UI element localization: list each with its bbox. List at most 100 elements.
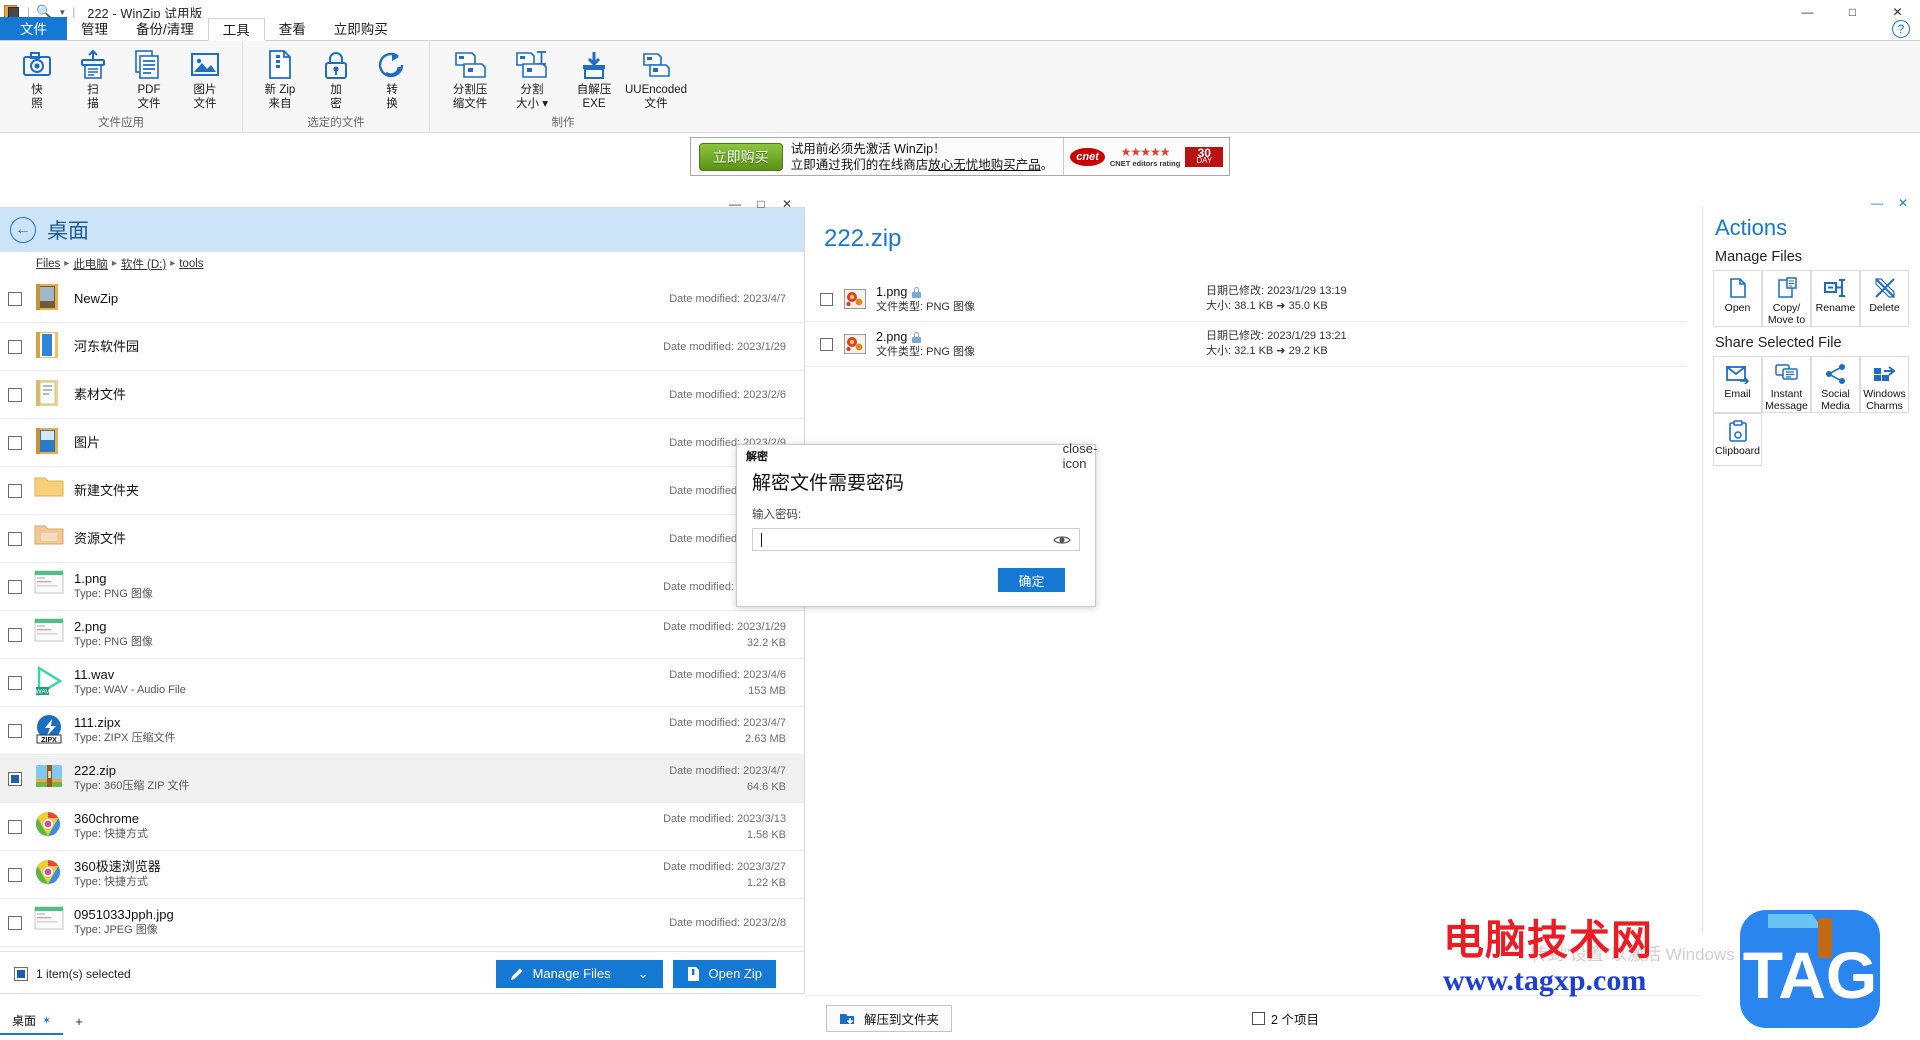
zip-entry-row[interactable]: 1.png 文件类型: PNG 图像 日期已修改: 2023/1/29 13:19 大…	[806, 277, 1687, 322]
zip-item-count[interactable]: 2 个项目	[1252, 1009, 1319, 1028]
explorer-tabbar[interactable]: 桌面 ✶ +	[0, 1007, 95, 1035]
actions-minimize-button[interactable]: —	[1864, 191, 1890, 215]
file-row[interactable]: 360极速浏览器 Type: 快捷方式 Date modified: 2023/3/…	[0, 851, 804, 899]
actions-window-controls[interactable]: — ✕	[1864, 191, 1916, 215]
file-row-meta: 111.zipx Type: ZIPX 压缩文件	[74, 715, 669, 746]
ribbon-button-scan[interactable]: 扫描	[65, 47, 121, 111]
action-open-button[interactable]: Open	[1713, 270, 1762, 327]
action-delete-button[interactable]: Delete	[1860, 270, 1909, 327]
file-row-checkbox[interactable]	[8, 675, 22, 690]
file-row[interactable]: 河东软件园 Date modified: 2023/1/29	[0, 323, 804, 371]
breadcrumb-item-files[interactable]: Files	[36, 258, 60, 270]
back-arrow-icon[interactable]: ←	[10, 217, 36, 243]
file-row-checkbox[interactable]	[8, 627, 22, 642]
zip-entry-row[interactable]: 2.png 文件类型: PNG 图像 日期已修改: 2023/1/29 13:21 大…	[806, 322, 1687, 367]
action-rename-button[interactable]: Rename	[1811, 270, 1860, 327]
file-row-checkbox[interactable]	[8, 531, 22, 546]
eye-icon[interactable]	[1053, 532, 1071, 548]
ribbon-button-self-extract-exe[interactable]: 自解压 EXE	[563, 47, 625, 111]
explorer-minimize-button[interactable]: —	[722, 192, 748, 216]
file-row-checkbox[interactable]	[8, 339, 22, 354]
ribbon-button-snapshot[interactable]: 快照	[9, 47, 65, 111]
ribbon-button-new-zip-from[interactable]: 新 Zip 来自	[252, 47, 308, 111]
breadcrumb-item-tools[interactable]: tools	[179, 258, 203, 270]
file-row[interactable]: 1.png Type: PNG 图像 Date modified: 2023/1/2…	[0, 563, 804, 611]
file-row[interactable]: 0951033Jpph.jpg Type: JPEG 图像 Date modifie…	[0, 899, 804, 947]
rename-icon	[1823, 276, 1848, 300]
zip-entry-checkbox[interactable]	[820, 292, 833, 306]
breadcrumb-item-drive-d[interactable]: 软件 (D:)	[121, 256, 166, 272]
action-copy-move-button[interactable]: Copy/Move to	[1762, 270, 1811, 327]
file-row[interactable]: 新建文件夹 Date modified: 2023/4/7	[0, 467, 804, 515]
tab-file[interactable]: 文件	[0, 17, 67, 40]
password-input[interactable]	[752, 528, 1080, 551]
action-social-media-button[interactable]: Social Media	[1811, 356, 1860, 413]
breadcrumb-item-this-pc[interactable]: 此电脑	[73, 256, 108, 272]
ribbon-button-uuencoded[interactable]: UUEncoded 文件	[625, 47, 687, 111]
action-instant-message-button[interactable]: Instant Message	[1762, 356, 1811, 413]
tab-tools[interactable]: 工具	[207, 18, 265, 41]
file-row-checkbox[interactable]	[8, 867, 22, 882]
file-row[interactable]: 2.png Type: PNG 图像 Date modified: 2023/1/2…	[0, 611, 804, 659]
manage-files-button[interactable]: Manage Files ⌄	[495, 959, 663, 988]
pin-icon[interactable]: ✶	[42, 1014, 51, 1027]
explorer-maximize-button[interactable]: □	[748, 192, 774, 216]
tab-manage[interactable]: 管理	[67, 17, 122, 40]
actions-close-button[interactable]: ✕	[1890, 191, 1916, 215]
file-row[interactable]: 360chrome Type: 快捷方式 Date modified: 2023/3…	[0, 803, 804, 851]
file-row-checkbox[interactable]	[8, 387, 22, 402]
ribbon-button-convert[interactable]: 转换	[364, 47, 420, 111]
action-windows-charms-button[interactable]: Windows Charms	[1860, 356, 1909, 413]
file-row[interactable]: NewZip Date modified: 2023/4/7	[0, 275, 804, 323]
file-row-checkbox[interactable]	[8, 819, 22, 834]
explorer-add-tab-button[interactable]: +	[63, 1007, 95, 1035]
action-email-button[interactable]: Email	[1713, 356, 1762, 413]
tab-view[interactable]: 查看	[265, 17, 320, 40]
zip360-icon	[34, 762, 64, 796]
file-row[interactable]: ZIPX 111.zipx Type: ZIPX 压缩文件 Date modified…	[0, 707, 804, 755]
zip-entry-list[interactable]: 1.png 文件类型: PNG 图像 日期已修改: 2023/1/29 13:19 大…	[806, 277, 1701, 367]
file-row[interactable]: 资源文件 Date modified: 2023/3/8	[0, 515, 804, 563]
file-row[interactable]: WAV 11.wav Type: WAV - Audio File Date modi…	[0, 659, 804, 707]
buy-now-button[interactable]: 立即购买	[698, 142, 783, 171]
breadcrumb[interactable]: Files ▸ 此电脑 ▸ 软件 (D:) ▸ tools	[0, 252, 804, 275]
file-row-checkbox[interactable]	[8, 915, 22, 930]
file-row-checkbox[interactable]	[8, 435, 22, 450]
dialog-titlebar: 解密 close-icon	[737, 441, 1098, 471]
explorer-tab-desktop[interactable]: 桌面 ✶	[0, 1007, 64, 1035]
ribbon-button-split-zip[interactable]: 分割压 缩文件	[439, 47, 501, 111]
select-all-checkbox[interactable]	[1252, 1011, 1266, 1025]
ribbon-button-encrypt[interactable]: 加密	[308, 47, 364, 111]
buy-now-button-wrap[interactable]: 立即购买	[691, 138, 791, 175]
file-row-checkbox[interactable]	[8, 771, 22, 786]
file-row[interactable]: 素材文件 Date modified: 2023/2/6	[0, 371, 804, 419]
extract-to-folder-button[interactable]: 解压到文件夹	[826, 1004, 953, 1032]
file-row[interactable]: 图片 Date modified: 2023/2/9	[0, 419, 804, 467]
file-row[interactable]: 222.zip Type: 360压缩 ZIP 文件 Date modified: …	[0, 755, 804, 803]
ribbon-tabbar[interactable]: 文件 管理 备份/清理 工具 查看 立即购买 ?	[0, 17, 1920, 41]
ad-banner[interactable]: 立即购买 试用前必须先激活 WinZip！ 立即通过我们的在线商店放心无忧地购买…	[689, 137, 1231, 176]
file-row-checkbox[interactable]	[8, 483, 22, 498]
zip-entry-checkbox[interactable]	[820, 337, 833, 351]
chevron-down-icon[interactable]: ⌄	[638, 966, 649, 982]
chevron-down-icon[interactable]: ▼	[58, 8, 66, 17]
file-row-checkbox[interactable]	[8, 291, 22, 306]
action-clipboard-button[interactable]: Clipboard	[1713, 413, 1762, 466]
ad-line-2-link[interactable]: 放心无忧地购买产品	[928, 158, 1041, 172]
file-list[interactable]: NewZip Date modified: 2023/4/7 河东软件园 Date m…	[0, 275, 804, 951]
ribbon-button-split-size[interactable]: 分割 大小 ▾	[501, 47, 563, 111]
explorer-close-button[interactable]: ✕	[774, 192, 800, 216]
file-row-checkbox[interactable]	[8, 723, 22, 738]
explorer-window-controls[interactable]: — □ ✕	[722, 192, 800, 216]
instant-message-icon	[1774, 362, 1799, 386]
open-zip-button[interactable]: Open Zip	[672, 959, 776, 988]
close-icon[interactable]: close-icon	[1063, 441, 1098, 471]
tab-backup-clean[interactable]: 备份/清理	[122, 17, 208, 40]
ribbon-button-image-file[interactable]: 图片 文件	[177, 47, 233, 111]
ribbon-button-pdf-file[interactable]: PDF 文件	[121, 47, 177, 111]
file-date-modified: Date modified: 2023/3/27	[663, 860, 786, 873]
tab-buy-now[interactable]: 立即购买	[320, 17, 402, 40]
dialog-ok-button[interactable]: 确定	[998, 568, 1065, 592]
help-icon[interactable]: ?	[1892, 20, 1910, 38]
file-row-checkbox[interactable]	[8, 579, 22, 594]
